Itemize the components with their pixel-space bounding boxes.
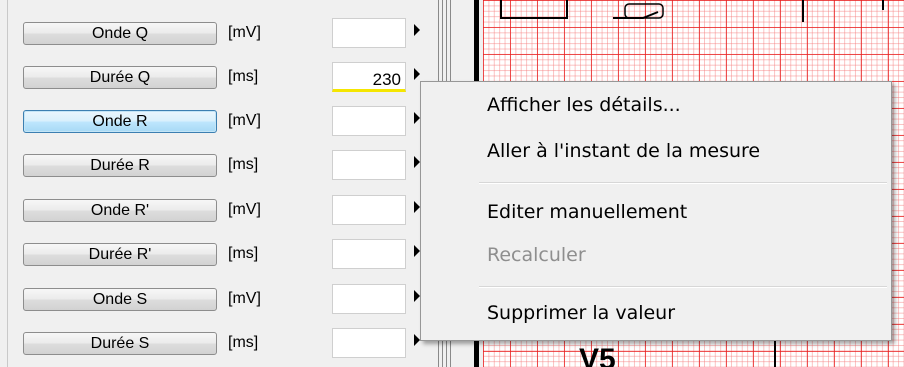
row-pointer-icon — [414, 24, 420, 36]
onde-r-value-field[interactable] — [332, 106, 406, 136]
menu-item-aller-instant[interactable]: Aller à l'instant de la mesure — [487, 140, 760, 162]
measurement-row-onde-q: Onde Q [mV] — [0, 18, 420, 52]
unit-label: [ms] — [228, 68, 259, 85]
onde-q-value-field[interactable] — [332, 18, 406, 48]
duree-r-prime-button[interactable]: Durée R' — [23, 243, 217, 266]
onde-r-prime-value-field[interactable] — [332, 195, 406, 225]
unit-label: [mV] — [228, 24, 261, 41]
unit-label: [ms] — [228, 245, 259, 262]
menu-separator — [479, 182, 887, 184]
unit-label: [mV] — [228, 290, 261, 307]
measurement-row-onde-r-prime: Onde R' [mV] — [0, 195, 420, 229]
measurement-row-duree-s: Durée S [ms] — [0, 328, 420, 362]
duree-r-prime-value-field[interactable] — [332, 239, 406, 269]
onde-s-value-field[interactable] — [332, 284, 406, 314]
onde-s-button[interactable]: Onde S — [23, 288, 217, 311]
duree-r-value-field[interactable] — [332, 150, 406, 180]
menu-item-recalculer: Recalculer — [487, 244, 586, 266]
measurement-row-duree-r: Durée R [ms] — [0, 150, 420, 184]
unit-label: [mV] — [228, 112, 261, 129]
menu-item-editer-manuellement[interactable]: Editer manuellement — [487, 201, 687, 223]
duree-s-button[interactable]: Durée S — [23, 332, 217, 355]
unit-label: [ms] — [228, 156, 259, 173]
menu-item-supprimer-valeur[interactable]: Supprimer la valeur — [487, 302, 675, 324]
onde-r-button[interactable]: Onde R — [23, 110, 217, 133]
measurement-row-onde-r: Onde R [mV] — [0, 106, 420, 140]
onde-r-prime-button[interactable]: Onde R' — [23, 199, 217, 222]
duree-s-value-field[interactable] — [332, 328, 406, 358]
lead-label: V5 — [579, 343, 616, 367]
row-pointer-icon — [414, 68, 420, 80]
onde-q-button[interactable]: Onde Q — [23, 22, 217, 45]
measurement-row-duree-q: Durée Q [ms] 230 — [0, 62, 420, 96]
duree-q-button[interactable]: Durée Q — [23, 66, 217, 89]
duree-q-value-field[interactable]: 230 — [332, 62, 406, 92]
unit-label: [ms] — [228, 334, 259, 351]
context-menu: Afficher les détails... Aller à l'instan… — [420, 81, 892, 341]
unit-label: [mV] — [228, 201, 261, 218]
menu-item-afficher-details[interactable]: Afficher les détails... — [487, 94, 681, 116]
measurement-row-onde-s: Onde S [mV] — [0, 284, 420, 318]
menu-separator — [479, 286, 887, 288]
measurement-row-duree-r-prime: Durée R' [ms] — [0, 239, 420, 273]
duree-r-button[interactable]: Durée R — [23, 154, 217, 177]
